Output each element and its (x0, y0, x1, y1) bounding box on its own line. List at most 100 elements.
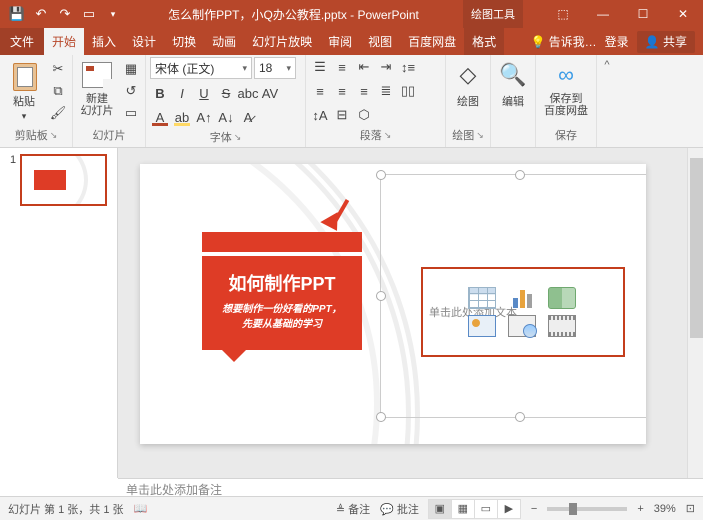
tell-me[interactable]: 💡告诉我… (531, 33, 597, 50)
new-slide-button[interactable]: 新建 幻灯片 (77, 57, 117, 117)
highlight-icon[interactable]: ab (172, 107, 192, 127)
strikethrough-icon[interactable]: S (216, 83, 236, 103)
close-icon[interactable]: ✕ (663, 0, 703, 28)
align-right-icon[interactable]: ≡ (354, 81, 374, 101)
zoom-slider[interactable] (547, 507, 627, 511)
insert-video-icon[interactable] (548, 315, 576, 337)
bold-icon[interactable]: B (150, 83, 170, 103)
qat-more-icon[interactable]: ▾ (102, 3, 124, 25)
drawing-button[interactable]: ◇ 绘图 (450, 57, 486, 109)
font-color-icon[interactable]: A (150, 107, 170, 127)
resize-handle[interactable] (376, 291, 386, 301)
char-spacing-icon[interactable]: AV (260, 83, 280, 103)
notes-toggle[interactable]: ≜ 备注 (336, 501, 370, 517)
copy-icon[interactable]: ⧉ (48, 81, 68, 101)
comments-toggle[interactable]: 💬 批注 (380, 501, 419, 517)
font-size-combo[interactable]: 18▾ (254, 57, 296, 79)
italic-icon[interactable]: I (172, 83, 192, 103)
minimize-icon[interactable]: ― (583, 0, 623, 28)
text-direction-icon[interactable]: ↕A (310, 105, 330, 125)
notes-pane[interactable]: 单击此处添加备注 (118, 478, 703, 496)
zoom-in-icon[interactable]: + (637, 503, 643, 515)
slide-thumbnail-panel: 1 (0, 148, 118, 478)
tab-home[interactable]: 开始 (44, 28, 84, 55)
slideshow-view-icon[interactable]: ▶ (497, 499, 521, 519)
save-icon[interactable]: 💾 (6, 3, 28, 25)
content-placeholder-selected[interactable]: ⟳ 单击此处添加文本 (380, 174, 646, 418)
layout-icon[interactable]: ▦ (121, 59, 141, 79)
tab-review[interactable]: 审阅 (320, 28, 360, 55)
line-spacing-icon[interactable]: ↕≡ (398, 57, 418, 77)
dialog-launcher-icon[interactable]: ↘ (50, 130, 58, 141)
paste-button[interactable]: 粘贴 ▾ (4, 57, 44, 122)
undo-icon[interactable]: ↶ (30, 3, 52, 25)
resize-handle[interactable] (515, 170, 525, 180)
font-name-combo[interactable]: 宋体 (正文)▾ (150, 57, 252, 79)
tab-transitions[interactable]: 切换 (164, 28, 204, 55)
collapse-ribbon-icon[interactable]: ^ (604, 59, 609, 71)
underline-icon[interactable]: U (194, 83, 214, 103)
align-text-icon[interactable]: ⊟ (332, 105, 352, 125)
resize-handle[interactable] (515, 412, 525, 422)
tab-animations[interactable]: 动画 (204, 28, 244, 55)
ribbon-tabs: 文件 开始 插入 设计 切换 动画 幻灯片放映 审阅 视图 百度网盘 格式 💡告… (0, 28, 703, 55)
tab-file[interactable]: 文件 (0, 28, 44, 55)
resize-handle[interactable] (376, 170, 386, 180)
sorter-view-icon[interactable]: ▦ (451, 499, 475, 519)
start-from-beginning-icon[interactable]: ▭ (78, 3, 100, 25)
bullets-icon[interactable]: ☰ (310, 57, 330, 77)
shadow-icon[interactable]: abc (238, 83, 258, 103)
zoom-out-icon[interactable]: − (531, 503, 537, 515)
maximize-icon[interactable]: ☐ (623, 0, 663, 28)
insert-online-picture-icon[interactable] (508, 315, 536, 337)
reading-view-icon[interactable]: ▭ (474, 499, 498, 519)
tab-baidu[interactable]: 百度网盘 (400, 28, 464, 55)
columns-icon[interactable]: ▯▯ (398, 81, 418, 101)
increase-indent-icon[interactable]: ⇥ (376, 57, 396, 77)
insert-table-icon[interactable] (468, 287, 496, 309)
tab-view[interactable]: 视图 (360, 28, 400, 55)
increase-font-icon[interactable]: A↑ (194, 107, 214, 127)
dialog-launcher-icon[interactable]: ↘ (384, 130, 392, 141)
vertical-scrollbar[interactable] (687, 148, 703, 478)
share-button[interactable]: 👤 共享 (637, 31, 695, 53)
inner-content-placeholder[interactable]: 单击此处添加文本 (421, 267, 625, 357)
format-painter-icon[interactable]: 🖌 (48, 103, 68, 123)
decrease-font-icon[interactable]: A↓ (216, 107, 236, 127)
signin-button[interactable]: 登录 (605, 33, 629, 50)
smartart-icon[interactable]: ⬡ (354, 105, 374, 125)
scrollbar-thumb[interactable] (690, 158, 703, 338)
dialog-launcher-icon[interactable]: ↘ (234, 132, 242, 143)
insert-smartart-icon[interactable] (548, 287, 576, 309)
section-icon[interactable]: ▭ (121, 103, 141, 123)
slide-thumbnail[interactable] (20, 154, 107, 206)
zoom-level[interactable]: 39% (654, 503, 676, 515)
align-center-icon[interactable]: ≡ (332, 81, 352, 101)
dialog-launcher-icon[interactable]: ↘ (476, 130, 484, 141)
reset-icon[interactable]: ↺ (121, 81, 141, 101)
numbering-icon[interactable]: ≡ (332, 57, 352, 77)
group-save: ∞ 保存到 百度网盘 保存 (536, 55, 597, 147)
decrease-indent-icon[interactable]: ⇤ (354, 57, 374, 77)
tab-design[interactable]: 设计 (124, 28, 164, 55)
fit-to-window-icon[interactable]: ⊡ (686, 502, 695, 515)
insert-picture-icon[interactable] (468, 315, 496, 337)
save-baidu-button[interactable]: ∞ 保存到 百度网盘 (540, 57, 592, 117)
clear-format-icon[interactable]: A̷ (238, 107, 258, 127)
group-slides: 新建 幻灯片 ▦ ↺ ▭ 幻灯片 (73, 55, 146, 147)
view-buttons: ▣ ▦ ▭ ▶ (429, 499, 521, 519)
normal-view-icon[interactable]: ▣ (428, 499, 452, 519)
slide-canvas[interactable]: 如何制作PPT 想要制作一份好看的PPT，先要从基础的学习 ⟳ (118, 148, 687, 478)
resize-handle[interactable] (376, 412, 386, 422)
cut-icon[interactable]: ✂ (48, 59, 68, 79)
justify-icon[interactable]: ≣ (376, 81, 396, 101)
redo-icon[interactable]: ↷ (54, 3, 76, 25)
editing-button[interactable]: 🔍 编辑 (495, 57, 531, 109)
align-left-icon[interactable]: ≡ (310, 81, 330, 101)
tab-format[interactable]: 格式 (464, 28, 504, 55)
tab-slideshow[interactable]: 幻灯片放映 (244, 28, 320, 55)
main-area: 1 如何制作PPT 想要制作一份好看的PPT，先要从基础的学习 ⟳ (0, 148, 703, 478)
tab-insert[interactable]: 插入 (84, 28, 124, 55)
ribbon-display-icon[interactable]: ⬚ (543, 0, 583, 28)
spell-check-icon[interactable]: 📖 (134, 502, 148, 515)
